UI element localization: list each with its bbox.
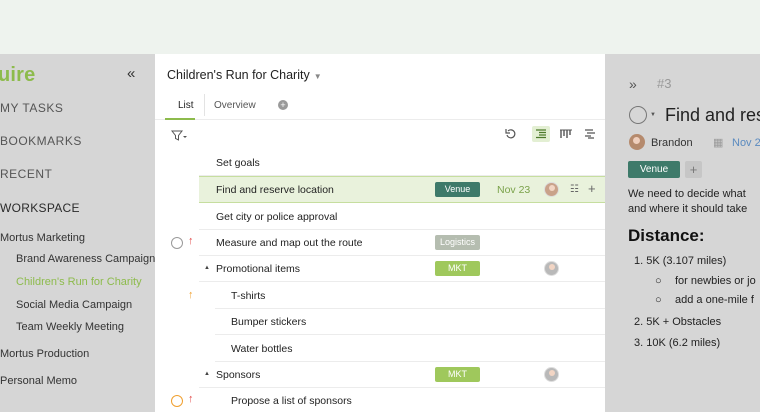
description-sublist-item[interactable]: for newbies or jo (675, 275, 756, 287)
sidebar: uire « MY TASKS BOOKMARKS RECENT WORKSPA… (0, 54, 155, 412)
sidebar-recent[interactable]: RECENT (0, 167, 52, 181)
add-subtask-icon[interactable]: + (588, 181, 596, 196)
task-title[interactable]: Set goals (216, 157, 260, 169)
description-line[interactable]: We need to decide what (628, 187, 746, 202)
sidebar-item-team-weekly[interactable]: Team Weekly Meeting (16, 321, 124, 333)
main-panel: Children's Run for Charity ▼ List Overvie… (155, 54, 605, 412)
priority-high-icon: ↑ (188, 235, 194, 247)
sidebar-item-mortus-production[interactable]: Mortus Production (0, 348, 89, 360)
app-logo: uire (0, 64, 36, 86)
task-number: #3 (657, 76, 672, 91)
task-row[interactable]: T-shirts (215, 283, 605, 309)
sidebar-item-childrens-run[interactable]: Children's Run for Charity (16, 276, 142, 288)
expand-triangle-icon[interactable]: ▲ (204, 265, 210, 271)
description-heading[interactable]: Distance: (628, 226, 705, 246)
description-sublist-bullet-icon: ○ (655, 275, 662, 287)
description-list-item[interactable]: 3. 10K (6.2 miles) (634, 337, 720, 349)
priority-medium-icon: ↑ (188, 289, 194, 301)
task-row[interactable]: Propose a list of sponsors (215, 388, 605, 412)
tab-list[interactable]: List (178, 100, 194, 111)
tab-list-underline (165, 118, 195, 120)
sidebar-bookmarks[interactable]: BOOKMARKS (0, 134, 82, 148)
detail-title[interactable]: Find and reserve location (665, 105, 760, 126)
tag-mkt[interactable]: MKT (435, 261, 480, 276)
task-title[interactable]: Get city or police approval (216, 211, 337, 223)
double-chevron-right-icon[interactable]: » (629, 76, 637, 92)
undo-icon[interactable] (502, 126, 520, 142)
sidebar-workspace[interactable]: WORKSPACE (0, 201, 80, 215)
complete-checkbox-icon[interactable] (171, 395, 183, 407)
subtasks-icon[interactable]: ☷ (570, 184, 579, 195)
sidebar-item-brand-awareness[interactable]: Brand Awareness Campaign (16, 253, 155, 265)
expand-triangle-icon[interactable]: ▲ (204, 371, 210, 377)
detail-tag-venue[interactable]: Venue (628, 161, 680, 178)
task-row[interactable]: Set goals (199, 150, 605, 176)
tab-overview[interactable]: Overview (214, 100, 256, 111)
task-row-selected[interactable]: Find and reserve location Venue Nov 23 ☷… (199, 176, 605, 203)
task-title[interactable]: Propose a list of sponsors (231, 395, 352, 407)
collapse-sidebar-icon[interactable]: « (127, 65, 135, 82)
task-row[interactable]: Water bottles (215, 336, 605, 362)
avatar[interactable] (544, 367, 559, 382)
add-tab-icon[interactable]: + (278, 100, 288, 110)
avatar[interactable] (544, 182, 559, 197)
priority-high-icon: ↑ (188, 393, 194, 405)
complete-checkbox-icon[interactable] (171, 237, 183, 249)
tab-divider (204, 94, 205, 116)
description-sublist-item[interactable]: add a one-mile f (675, 294, 754, 306)
sidebar-item-personal-memo[interactable]: Personal Memo (0, 375, 77, 387)
task-row[interactable]: Bumper stickers (215, 309, 605, 335)
task-row[interactable]: Get city or police approval (199, 204, 605, 230)
task-title[interactable]: Sponsors (216, 369, 260, 381)
tag-venue[interactable]: Venue (435, 182, 480, 197)
task-title[interactable]: Promotional items (216, 263, 300, 275)
list-view-icon[interactable] (532, 126, 550, 142)
filter-icon[interactable] (170, 129, 187, 147)
task-row[interactable]: ▲ Promotional items MKT (199, 256, 605, 282)
detail-due-date[interactable]: Nov 23 (732, 137, 760, 149)
timeline-view-icon[interactable] (581, 126, 599, 142)
chevron-down-icon[interactable]: ▼ (650, 112, 656, 118)
assignee-name[interactable]: Brandon (651, 137, 693, 149)
task-row[interactable]: ▲ Sponsors MKT (199, 362, 605, 388)
board-view-icon[interactable] (557, 126, 575, 142)
description-list-item[interactable]: 2. 5K + Obstacles (634, 316, 721, 328)
top-strip (0, 0, 760, 54)
add-tag-icon[interactable]: + (685, 161, 702, 178)
sidebar-my-tasks[interactable]: MY TASKS (0, 101, 63, 115)
calendar-icon[interactable]: ▦ (713, 136, 723, 149)
due-date[interactable]: Nov 23 (497, 184, 530, 196)
task-row[interactable]: Measure and map out the route Logistics (199, 230, 605, 256)
task-title[interactable]: Measure and map out the route (216, 237, 363, 249)
task-title[interactable]: T-shirts (231, 290, 265, 302)
tabs-divider (155, 119, 605, 120)
chevron-down-icon: ▼ (313, 72, 322, 81)
tag-mkt[interactable]: MKT (435, 367, 480, 382)
tag-logistics[interactable]: Logistics (435, 235, 480, 250)
description-list-item[interactable]: 1. 5K (3.107 miles) (634, 255, 726, 267)
complete-checkbox-icon[interactable] (629, 106, 647, 124)
project-title-text: Children's Run for Charity (167, 68, 310, 82)
sidebar-item-mortus-marketing[interactable]: Mortus Marketing (0, 232, 85, 244)
project-title[interactable]: Children's Run for Charity ▼ (167, 68, 322, 82)
task-title[interactable]: Bumper stickers (231, 316, 306, 328)
task-title[interactable]: Find and reserve location (216, 184, 334, 196)
description-sublist-bullet-icon: ○ (655, 294, 662, 306)
task-title[interactable]: Water bottles (231, 343, 292, 355)
avatar[interactable] (544, 261, 559, 276)
description-line[interactable]: and where it should take (628, 202, 747, 217)
avatar[interactable] (629, 134, 645, 150)
sidebar-item-social-media[interactable]: Social Media Campaign (16, 299, 132, 311)
task-detail-panel: » #3 ▼ Find and reserve location Brandon… (605, 54, 760, 412)
